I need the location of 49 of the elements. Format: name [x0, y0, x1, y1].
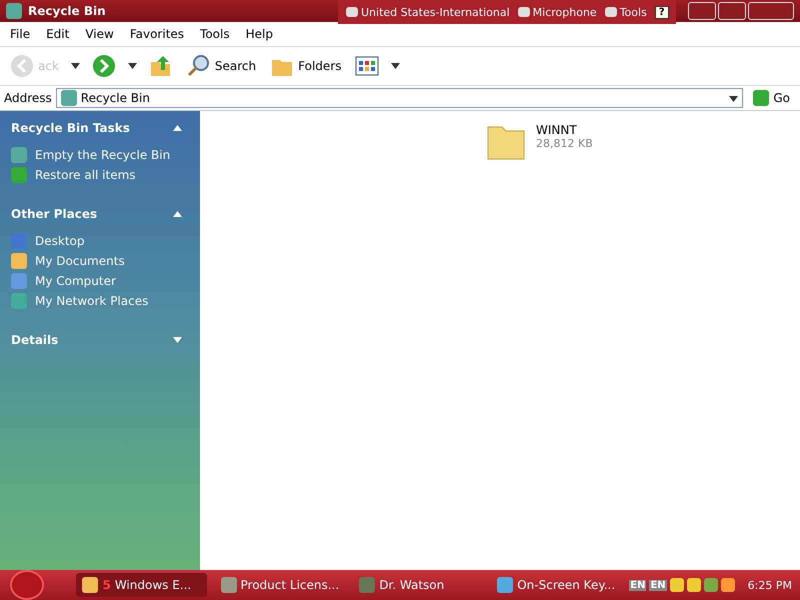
task-link[interactable]: Desktop — [11, 231, 200, 251]
language-bar-label: Tools — [620, 6, 647, 18]
task-link[interactable]: Restore all items — [11, 165, 200, 185]
views-icon — [355, 54, 380, 78]
taskbar-button[interactable]: 5 Windows E... — [76, 573, 206, 597]
task-link[interactable]: My Computer — [11, 271, 200, 291]
menu-item[interactable]: File — [10, 27, 30, 41]
task-link[interactable]: My Network Places — [11, 291, 200, 311]
folders-button[interactable]: Folders — [268, 52, 344, 80]
task-link[interactable]: My Documents — [11, 251, 200, 271]
collapse-chevron-icon[interactable] — [173, 211, 182, 217]
taskbar-button[interactable]: Dr. Watson — [353, 573, 484, 597]
taskbar-button[interactable]: On-Screen Key... — [491, 573, 622, 597]
section-title: Other Places — [11, 207, 98, 221]
section-title: Details — [11, 333, 58, 347]
search-button[interactable]: Search — [184, 52, 258, 80]
language-bar-label: Microphone — [532, 6, 597, 18]
microphone-button[interactable]: Microphone — [518, 6, 597, 18]
window-title: Recycle Bin — [28, 4, 106, 18]
task-link[interactable]: Empty the Recycle Bin — [11, 145, 200, 165]
menu-item[interactable]: Help — [246, 27, 273, 41]
go-button[interactable]: Go — [747, 89, 796, 107]
caret-icon — [391, 63, 400, 69]
minimize-button[interactable] — [688, 2, 716, 20]
section-title: Recycle Bin Tasks — [11, 121, 130, 135]
window-count: 5 — [102, 578, 111, 592]
file-size: 28,812 KB — [536, 137, 593, 150]
start-button[interactable] — [10, 570, 44, 600]
maximize-button[interactable] — [718, 2, 746, 20]
caret-icon — [729, 96, 738, 102]
tools-button[interactable]: Tools — [604, 6, 647, 18]
collapse-chevron-icon[interactable] — [173, 125, 182, 131]
address-label: Address — [4, 91, 52, 105]
folder-up-icon — [148, 54, 173, 78]
taskbar-button[interactable]: Product Licens... — [214, 573, 346, 597]
menu-item[interactable]: Favorites — [130, 27, 184, 41]
menu-item[interactable]: Edit — [46, 27, 70, 41]
language-indicator[interactable]: EN — [649, 580, 667, 590]
address-field[interactable]: Recycle Bin — [56, 88, 744, 108]
menu-item[interactable]: Tools — [200, 27, 230, 41]
help-button[interactable]: ? — [654, 6, 669, 18]
menu-item[interactable]: View — [85, 27, 114, 41]
file-name: WINNT — [536, 123, 578, 137]
caret-icon — [70, 63, 80, 69]
caret-icon — [128, 63, 137, 69]
language-indicator[interactable]: EN — [629, 580, 646, 590]
clock: 6:25 PM — [748, 578, 792, 592]
expand-chevron-icon[interactable] — [173, 337, 182, 343]
close-button[interactable] — [748, 2, 794, 20]
